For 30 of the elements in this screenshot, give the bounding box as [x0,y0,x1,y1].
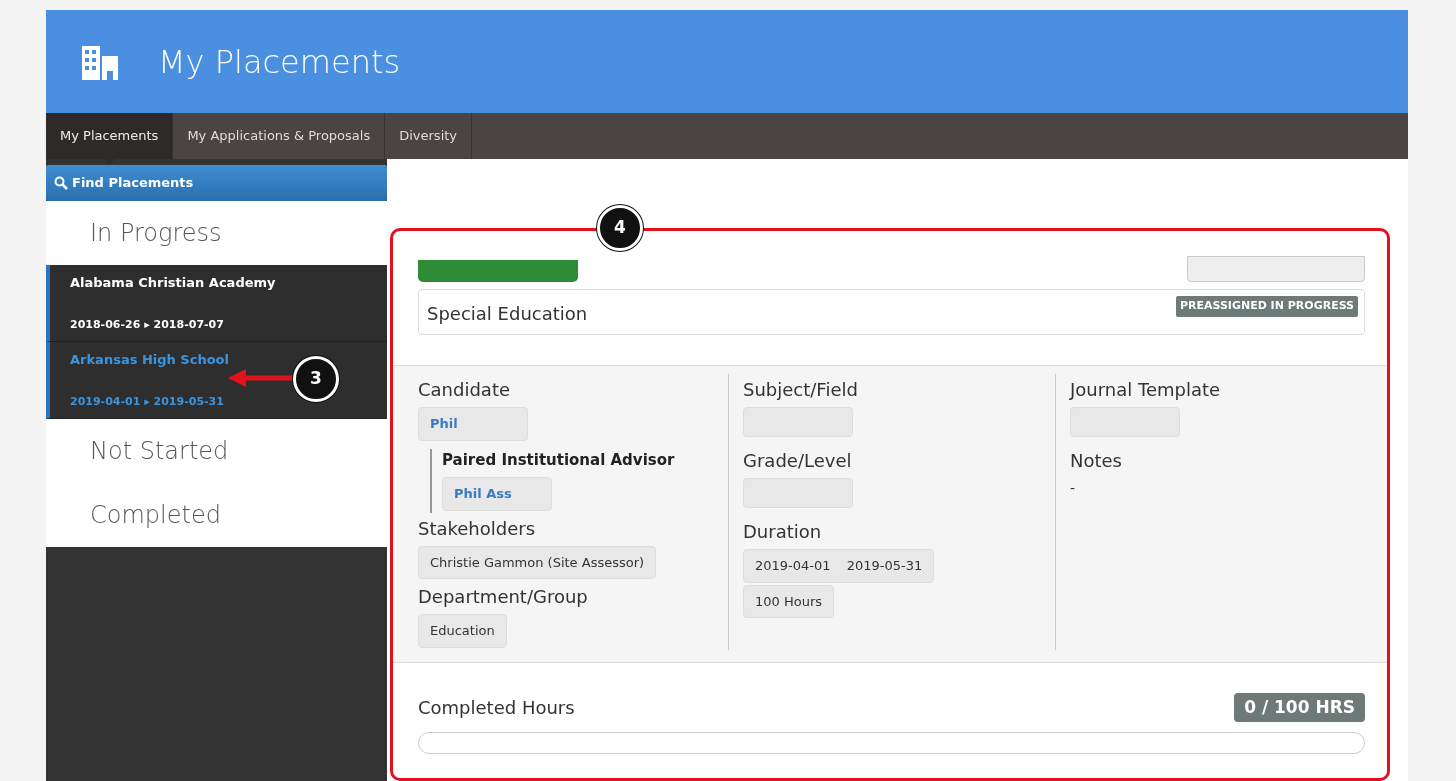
info-chip: Education [418,614,507,648]
field-label: Paired Institutional Advisor [442,449,676,471]
person-chip[interactable]: Phil [418,407,528,441]
field-label: Journal Template [1070,378,1222,402]
notes-text: - [1070,479,1077,498]
field-label: Stakeholders [418,516,537,541]
hours-badge: 0 / 100 HRS [1234,692,1365,722]
person-chip[interactable]: Phil Ass [442,477,552,511]
page-title: My Placements [158,41,401,83]
field-label: Subject/Field [743,378,859,402]
info-chip: Christie Gammon (Site Assessor) [418,545,657,579]
search-icon [54,176,68,190]
building-icon [82,43,118,80]
status-badge: PREASSIGNED IN PROGRESS [1175,296,1358,317]
placement-title: Special Education [427,302,588,326]
placement-item[interactable]: Alabama Christian Academy 2018-06-26 ▸ 2018-07-07 [46,265,387,342]
status-button[interactable] [418,260,578,282]
field-label: Completed Hours [418,695,575,720]
field-label: Grade/Level [743,449,853,473]
date-range-chip: 2019-04-01 2019-05-31 [743,549,935,583]
field-label: Department/Group [418,585,589,609]
section-heading[interactable]: Completed [46,483,387,547]
section-heading[interactable]: Not Started [46,419,387,483]
info-chip: 100 Hours [743,584,835,618]
action-button[interactable] [1187,256,1365,282]
field-label: Candidate [418,378,512,402]
field-label: Notes [1070,449,1123,473]
field-label: Duration [743,520,823,544]
section-heading[interactable]: In Progress [46,201,387,265]
find-placements-button[interactable]: Find Placements [46,165,387,201]
